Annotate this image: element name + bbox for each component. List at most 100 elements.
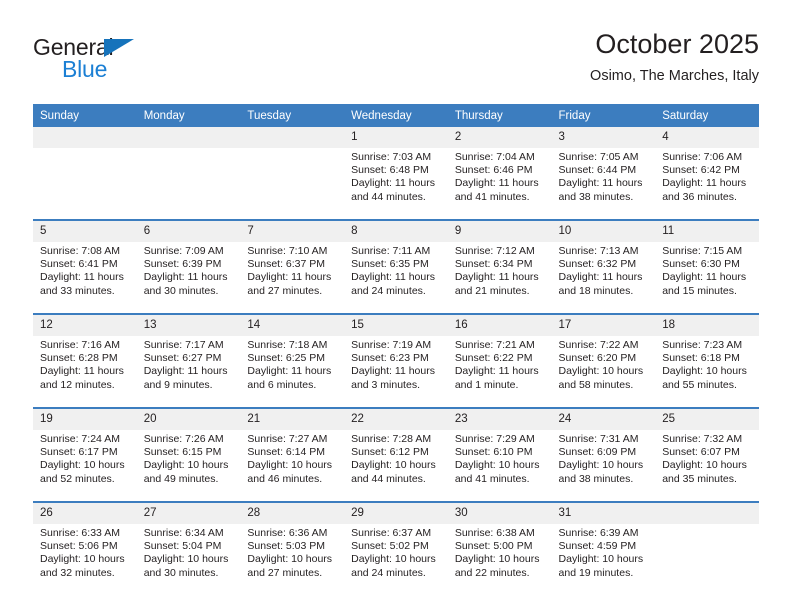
day-detail-line: and 1 minute.: [454, 378, 519, 391]
weekday-header-monday: Monday: [136, 104, 241, 127]
day-number[interactable]: 14: [240, 315, 345, 336]
day-number[interactable]: 1: [344, 127, 448, 148]
day-cell-details[interactable]: Sunrise: 7:32 AM Sunset: 6:07 PM Daylight:…: [655, 430, 759, 501]
day-number[interactable]: 30: [447, 503, 552, 524]
day-cell-details[interactable]: Sunrise: 7:17 AM Sunset: 6:27 PM Daylight:…: [136, 336, 241, 407]
day-number[interactable]: 23: [447, 409, 552, 430]
day-number[interactable]: 31: [551, 503, 656, 524]
day-cell-details[interactable]: Sunrise: 7:03 AM Sunset: 6:48 PM Daylight:…: [344, 148, 448, 219]
day-cell-details[interactable]: Sunrise: 7:22 AM Sunset: 6:20 PM Daylight:…: [551, 336, 656, 407]
day-cell-details[interactable]: Sunrise: 7:18 AM Sunset: 6:25 PM Daylight:…: [240, 336, 345, 407]
day-detail-line: Daylight: 10 hours: [454, 459, 540, 472]
general-blue-logo[interactable]: General Blue: [33, 34, 183, 88]
day-cell-empty: [655, 524, 759, 595]
day-cell-details[interactable]: Sunrise: 7:19 AM Sunset: 6:23 PM Daylight:…: [344, 336, 448, 407]
day-detail-line: and 44 minutes.: [351, 190, 426, 203]
day-number[interactable]: 22: [344, 409, 448, 430]
day-number[interactable]: 11: [655, 221, 759, 242]
day-detail-line: Daylight: 10 hours: [454, 553, 540, 566]
day-cell-details[interactable]: Sunrise: 7:16 AM Sunset: 6:28 PM Daylight:…: [33, 336, 137, 407]
day-number[interactable]: 8: [344, 221, 448, 242]
day-detail-line: Daylight: 11 hours: [247, 271, 332, 284]
day-cell-details[interactable]: Sunrise: 7:11 AM Sunset: 6:35 PM Daylight:…: [344, 242, 448, 313]
day-number[interactable]: 3: [551, 127, 656, 148]
day-detail-line: Sunset: 6:39 PM: [143, 258, 222, 271]
day-cell-details[interactable]: Sunrise: 7:24 AM Sunset: 6:17 PM Daylight:…: [33, 430, 137, 501]
day-cell-details[interactable]: Sunrise: 7:10 AM Sunset: 6:37 PM Daylight:…: [240, 242, 345, 313]
day-number[interactable]: 15: [344, 315, 448, 336]
day-number[interactable]: 16: [447, 315, 552, 336]
day-cell-details[interactable]: Sunrise: 6:36 AM Sunset: 5:03 PM Daylight:…: [240, 524, 345, 595]
day-number-row: 1234: [33, 127, 759, 148]
day-detail-line: Daylight: 11 hours: [454, 177, 539, 190]
day-cell-details[interactable]: Sunrise: 7:04 AM Sunset: 6:46 PM Daylight:…: [447, 148, 552, 219]
day-cell-details[interactable]: Sunrise: 7:06 AM Sunset: 6:42 PM Daylight:…: [655, 148, 759, 219]
day-detail-line: Sunrise: 7:15 AM: [662, 245, 743, 257]
day-number[interactable]: 20: [136, 409, 241, 430]
day-cell-details[interactable]: Sunrise: 7:26 AM Sunset: 6:15 PM Daylight:…: [136, 430, 241, 501]
day-cell-details[interactable]: Sunrise: 6:39 AM Sunset: 4:59 PM Daylight:…: [551, 524, 656, 595]
day-number[interactable]: 7: [240, 221, 345, 242]
day-detail-line: Daylight: 11 hours: [351, 365, 435, 378]
day-number[interactable]: 12: [33, 315, 137, 336]
day-cell-details[interactable]: Sunrise: 7:09 AM Sunset: 6:39 PM Daylight:…: [136, 242, 241, 313]
day-cell-details[interactable]: Sunrise: 7:27 AM Sunset: 6:14 PM Daylight:…: [240, 430, 345, 501]
weekday-header-friday: Friday: [551, 104, 656, 127]
day-cell-details[interactable]: Sunrise: 7:29 AM Sunset: 6:10 PM Daylight:…: [447, 430, 552, 501]
day-detail-line: Daylight: 10 hours: [558, 553, 644, 566]
page-header: General Blue October 2025 Osimo, The Mar…: [33, 28, 759, 98]
day-cell-details[interactable]: Sunrise: 6:38 AM Sunset: 5:00 PM Daylight:…: [447, 524, 552, 595]
day-cell-details[interactable]: Sunrise: 7:08 AM Sunset: 6:41 PM Daylight:…: [33, 242, 137, 313]
day-number[interactable]: 29: [344, 503, 448, 524]
day-number-row: 26 27 28 29 30 31: [33, 503, 759, 524]
day-detail-line: Sunrise: 6:34 AM: [143, 527, 224, 539]
day-cell-details[interactable]: Sunrise: 7:12 AM Sunset: 6:34 PM Daylight:…: [447, 242, 552, 313]
day-number[interactable]: 25: [655, 409, 759, 430]
day-cell-details[interactable]: Sunrise: 6:33 AM Sunset: 5:06 PM Daylight:…: [33, 524, 137, 595]
day-detail-line: and 52 minutes.: [40, 472, 115, 485]
day-number[interactable]: 21: [240, 409, 345, 430]
day-detail-line: and 49 minutes.: [143, 472, 219, 485]
day-detail-line: and 30 minutes.: [143, 566, 219, 579]
day-detail-line: Daylight: 11 hours: [40, 365, 124, 378]
day-number[interactable]: 28: [240, 503, 345, 524]
day-number[interactable]: 6: [136, 221, 241, 242]
day-cell-details[interactable]: Sunrise: 7:15 AM Sunset: 6:30 PM Daylight:…: [655, 242, 759, 313]
day-detail-line: Daylight: 10 hours: [247, 553, 333, 566]
day-detail-line: Daylight: 11 hours: [40, 271, 124, 284]
day-detail-line: Sunset: 5:04 PM: [143, 540, 222, 553]
day-number[interactable]: 19: [33, 409, 137, 430]
day-detail-line: Daylight: 11 hours: [143, 271, 228, 284]
day-detail-line: Sunset: 5:02 PM: [351, 540, 429, 553]
day-number[interactable]: 10: [551, 221, 656, 242]
day-detail-line: Sunrise: 7:26 AM: [143, 433, 224, 445]
day-detail-line: and 30 minutes.: [143, 284, 219, 297]
day-detail-line: Sunset: 6:27 PM: [143, 352, 222, 365]
day-detail-line: Sunset: 6:23 PM: [351, 352, 429, 365]
day-number[interactable]: 5: [33, 221, 137, 242]
logo-triangle-icon: [104, 39, 134, 57]
day-cell-details[interactable]: Sunrise: 7:23 AM Sunset: 6:18 PM Daylight:…: [655, 336, 759, 407]
day-number[interactable]: 4: [655, 127, 759, 148]
day-cell-details[interactable]: Sunrise: 6:37 AM Sunset: 5:02 PM Daylight:…: [344, 524, 448, 595]
day-cell-details[interactable]: Sunrise: 7:05 AM Sunset: 6:44 PM Daylight:…: [551, 148, 656, 219]
day-cell-details[interactable]: Sunrise: 7:31 AM Sunset: 6:09 PM Daylight:…: [551, 430, 656, 501]
day-number[interactable]: 2: [447, 127, 552, 148]
day-cell-details[interactable]: Sunrise: 7:28 AM Sunset: 6:12 PM Daylight:…: [344, 430, 448, 501]
day-number[interactable]: 24: [551, 409, 656, 430]
day-cell-details[interactable]: Sunrise: 7:21 AM Sunset: 6:22 PM Daylight:…: [447, 336, 552, 407]
weekday-header-tuesday: Tuesday: [240, 104, 345, 127]
weekday-header-thursday: Thursday: [447, 104, 552, 127]
day-number[interactable]: 13: [136, 315, 241, 336]
day-detail-line: Sunrise: 7:13 AM: [558, 245, 639, 257]
day-number[interactable]: 27: [136, 503, 241, 524]
day-number-row: 19 20 21 22 23 24 25: [33, 409, 759, 430]
day-cell-details[interactable]: Sunrise: 7:13 AM Sunset: 6:32 PM Daylight:…: [551, 242, 656, 313]
day-detail-line: Daylight: 10 hours: [143, 459, 229, 472]
day-detail-line: Sunrise: 7:32 AM: [662, 433, 743, 445]
day-number[interactable]: 18: [655, 315, 759, 336]
day-number[interactable]: 9: [447, 221, 552, 242]
day-number[interactable]: 17: [551, 315, 656, 336]
day-cell-details[interactable]: Sunrise: 6:34 AM Sunset: 5:04 PM Daylight:…: [136, 524, 241, 595]
day-number[interactable]: 26: [33, 503, 137, 524]
